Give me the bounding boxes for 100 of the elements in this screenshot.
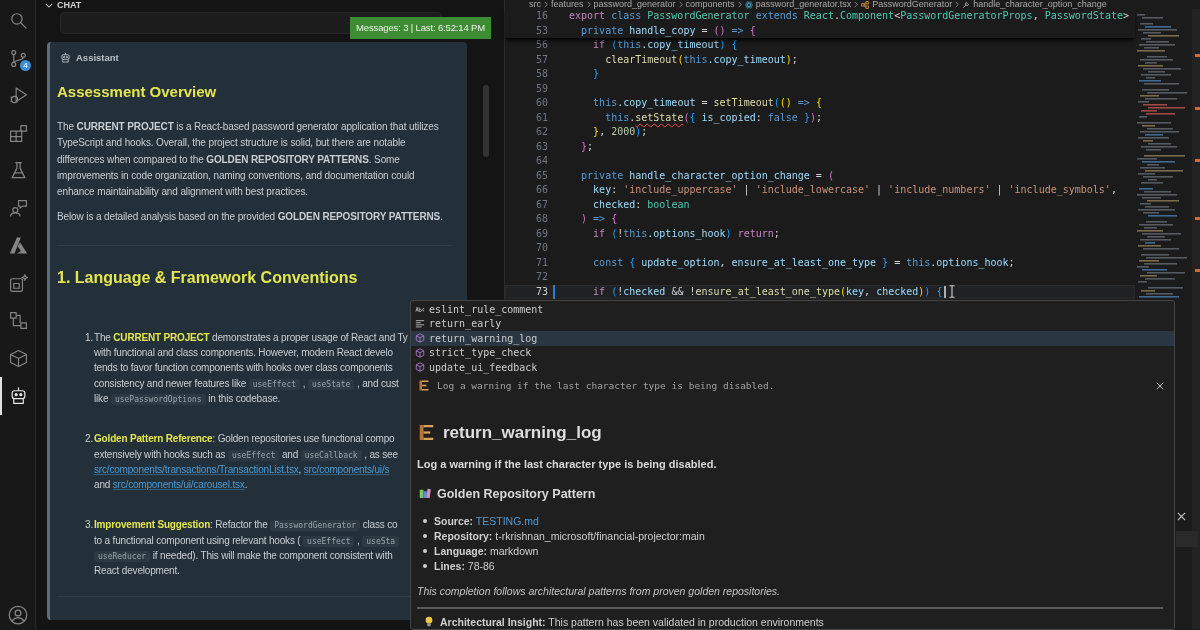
chevron-down-icon[interactable]	[45, 3, 53, 8]
file-link[interactable]: src/components/ui/s	[303, 463, 390, 475]
scrollbar-thumb[interactable]	[483, 85, 489, 157]
pillar-icon	[419, 380, 429, 391]
line-number: 70	[534, 241, 548, 255]
list-item-text: The CURRENT PROJECT demonstrates a proper usage of React and Ty with functional and class components. However, modern React develo tends to favor function components with hooks over class components consistency and newer features like useEffect , useState , and cust like usePasswordOptions in this codebase.	[94, 330, 408, 407]
cube-icon	[8, 348, 28, 368]
code-text: }, 2000);	[593, 125, 648, 139]
inline-code: useSta	[362, 535, 400, 547]
line-number: 69	[534, 226, 548, 241]
code-text: export class PasswordGenerator extends React.Component<PasswordGeneratorProps, PasswordState>	[569, 9, 1129, 23]
line-number: 66	[534, 183, 548, 197]
inline-code: useState	[307, 378, 355, 390]
code-text: }	[593, 67, 600, 81]
code-text: key: 'include_uppercase' | 'include_lowercase' | 'include_numbers' | 'include_symbols',	[593, 183, 1117, 198]
line-number: 60	[534, 96, 548, 110]
line-number: 68	[534, 212, 548, 226]
breadcrumb-item[interactable]: password_generator.tsx	[755, 0, 852, 9]
search-icon	[8, 11, 28, 31]
list-number: 1.	[85, 330, 94, 345]
suggestion-item[interactable]: return_warning_log	[411, 331, 1174, 346]
detail-fact: Lines: 78-86	[434, 560, 495, 572]
breadcrumb-item[interactable]: src	[529, 0, 541, 9]
bullet-icon	[423, 534, 427, 538]
close-icon[interactable]	[1156, 381, 1164, 390]
suggestion-item[interactable]: return_early	[411, 316, 1174, 331]
inline-code: useEffect	[248, 378, 301, 390]
wrench-icon	[962, 0, 971, 9]
file-link[interactable]: TESTING.md	[475, 515, 539, 527]
breadcrumb-item[interactable]: handle_character_option_change	[973, 0, 1107, 9]
cube-icon	[415, 362, 425, 373]
section-heading: 1. Language & Framework Conventions	[57, 267, 359, 288]
pillar-icon	[419, 424, 434, 441]
suggestion-item[interactable]: strict_type_check	[411, 345, 1174, 360]
scrollbar-thumb[interactable]	[1176, 531, 1198, 547]
lines-icon	[415, 318, 425, 329]
panel-title: CHAT	[57, 0, 82, 11]
nodes-icon	[8, 311, 28, 331]
text-cursor	[944, 285, 946, 298]
close-icon[interactable]	[1177, 512, 1186, 521]
code-text: };	[581, 139, 594, 154]
status-badge: Messages: 3 | Last: 6:52:14 PM	[350, 17, 491, 39]
paragraph: Below is a detailed analysis based on the provided GOLDEN REPOSITORY PATTERNS.	[57, 210, 444, 225]
i-beam-cursor-icon	[948, 285, 955, 299]
line-number: 63	[534, 139, 548, 154]
code-text: private handle_copy = () => {	[581, 23, 756, 38]
detail-title: return_warning_log	[443, 422, 602, 443]
list-number: 3.	[85, 518, 94, 533]
inline-code: useReducer	[94, 551, 151, 563]
line-number: 56	[534, 38, 548, 52]
list-number: 2.	[85, 432, 94, 447]
file-link[interactable]: src/components/ui/carousel.tsx	[112, 479, 245, 491]
chevron-right-icon	[544, 1, 548, 8]
detail-fact: Repository: t-rkrishnan_microsoft/financial-projector:main	[434, 530, 705, 542]
people-chat-icon	[8, 198, 28, 218]
atom-icon	[744, 0, 753, 9]
section-heading: Golden Repository Pattern	[437, 486, 596, 501]
cube-icon	[415, 347, 425, 358]
paragraph: The CURRENT PROJECT is a React-based password generator application that utilizes TypeScript and hooks. Overall, the project structure is solid, but there are notable differences when compared to the GOLDEN REPOSITORY PATTERNS. Some improvements in code organization, naming conventions, and documentation could enhance maintainability and alignment with best practices.	[57, 120, 440, 200]
line-number: 57	[534, 52, 548, 67]
logo-icon	[8, 236, 28, 256]
detail-fact: Language: markdown	[434, 545, 539, 557]
bullet-icon	[423, 549, 427, 553]
section-heading: Assessment Overview	[57, 82, 218, 102]
detail-description: Log a warning if the last character type is being disabled.	[417, 456, 718, 472]
chevron-right-icon	[678, 1, 683, 8]
code-text: if (this.copy_timeout) {	[593, 38, 738, 53]
breadcrumb-item[interactable]: features	[551, 0, 584, 9]
line-number: 73	[534, 284, 548, 299]
inline-code: useEffect	[227, 449, 280, 461]
lightbulb-icon	[425, 616, 433, 627]
code-text: if (!this.options_hook) return;	[593, 226, 780, 241]
suggestion-summary: Log a warning if the last character type is being disabled.	[437, 380, 776, 391]
sender-label: Assistant	[76, 51, 119, 63]
list-item-text: Improvement Suggestion: Refactor the PasswordGenerator class co to a functional component using relevant hooks ( useEffect , useSta useReducer if needed). This will make the component consistent with React development.	[94, 518, 400, 579]
file-link[interactable]: src/components/transactions/TransactionList.tsx	[94, 463, 299, 475]
breadcrumb-item[interactable]: password_generator	[593, 0, 676, 9]
inline-code: useCallback	[300, 449, 362, 461]
line-number: 62	[534, 125, 548, 139]
sparkle-box-icon	[8, 273, 28, 293]
inline-code: useEffect	[303, 535, 355, 547]
suggestion-item[interactable]: eslint_rule_comment	[411, 302, 1174, 317]
line-number: 65	[534, 168, 548, 183]
code-text: ) => {	[581, 212, 618, 226]
list-item-text: Golden Pattern Reference: Golden repositories use functional compo extensively with hooks such as useEffect and useCallback , as see src/components/transactions/TransactionList.tsx, src/components/ui/s and src/components/ui/carousel.tsx.	[94, 432, 398, 493]
insight-text: Architectural Insight: This pattern has been validated in production environments	[440, 615, 824, 628]
account-icon[interactable]	[8, 605, 28, 625]
line-number: 72	[534, 270, 548, 284]
play-bug-icon	[8, 86, 28, 106]
note-text: This completion follows architectural patterns from proven golden repositories.	[417, 583, 781, 599]
branch-icon	[8, 48, 28, 68]
line-number: 61	[534, 110, 548, 125]
line-number: 71	[534, 255, 548, 270]
breadcrumb-item[interactable]: PasswordGenerator	[872, 0, 953, 9]
code-text: const { update_option, ensure_at_least_one_type } = this.options_hook;	[593, 255, 1015, 270]
inline-code: usePasswordOptions	[110, 393, 206, 405]
inline-code: PasswordGenerator	[270, 520, 361, 532]
suggestion-item[interactable]: update_ui_feedback	[411, 360, 1174, 375]
detail-fact: Source: TESTING.md	[434, 515, 539, 527]
breadcrumb-item[interactable]: components	[685, 0, 735, 9]
